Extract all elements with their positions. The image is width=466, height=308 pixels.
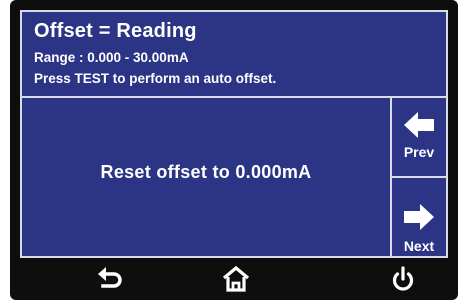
next-button[interactable]: Next [392, 178, 446, 256]
header-panel: Offset = Reading Range : 0.000 - 30.00mA… [22, 12, 446, 98]
left-arrow-icon [404, 112, 434, 138]
prev-button[interactable]: Prev [392, 98, 446, 178]
prev-button-label: Prev [403, 144, 435, 160]
bottom-toolbar [20, 260, 448, 298]
range-text: Range : 0.000 - 30.00mA [34, 50, 189, 65]
home-button[interactable] [221, 265, 251, 293]
back-arrow-icon [98, 267, 122, 288]
instruction-text: Press TEST to perform an auto offset. [34, 71, 277, 86]
right-arrow-icon [404, 204, 434, 230]
power-button[interactable] [388, 265, 418, 293]
instrument-bezel: Offset = Reading Range : 0.000 - 30.00mA… [10, 0, 458, 300]
back-button[interactable] [95, 265, 125, 293]
main-display-area: Reset offset to 0.000mA [22, 98, 392, 256]
power-icon [392, 266, 414, 291]
offset-reset-message: Reset offset to 0.000mA [100, 162, 312, 182]
touch-screen: Offset = Reading Range : 0.000 - 30.00mA… [20, 10, 448, 258]
page-title: Offset = Reading [34, 20, 197, 42]
next-button-label: Next [403, 238, 435, 254]
home-icon [222, 265, 250, 292]
